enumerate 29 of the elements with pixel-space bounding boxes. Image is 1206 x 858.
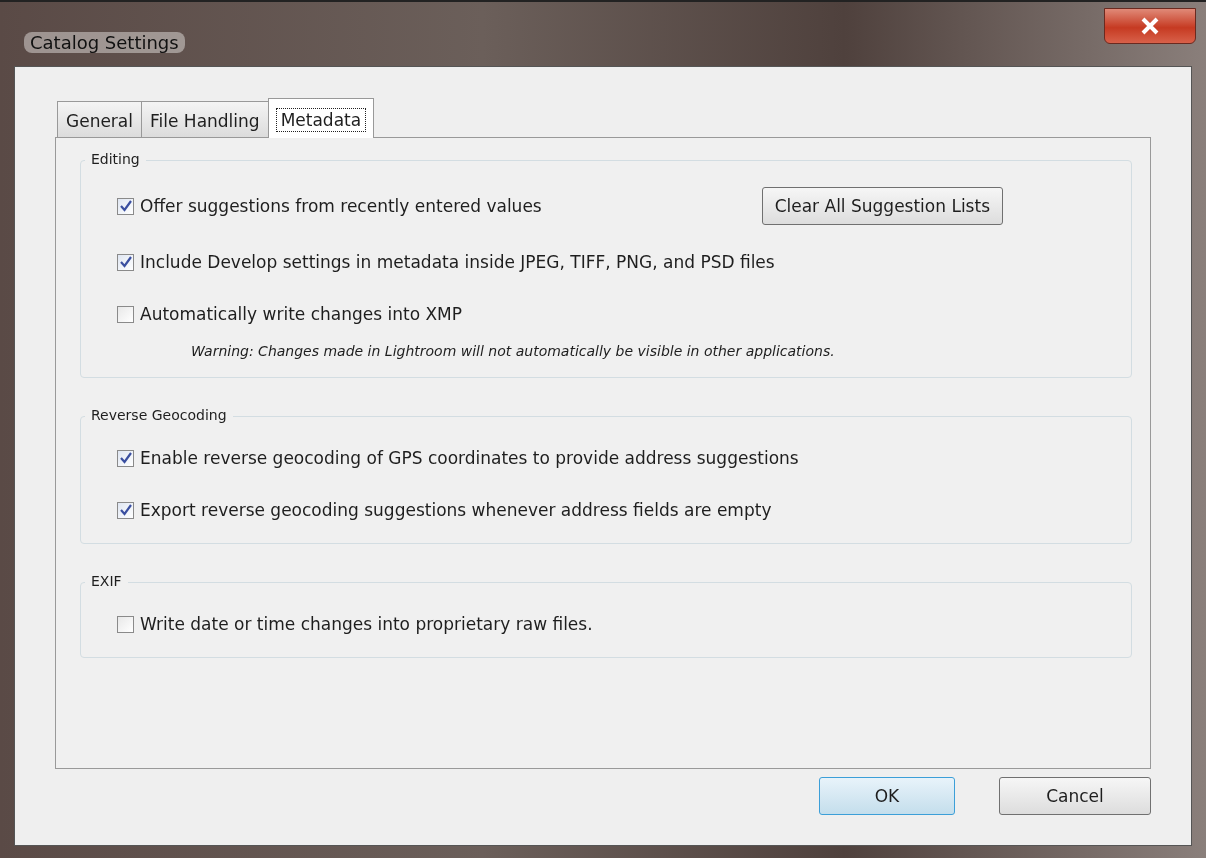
- cancel-button[interactable]: Cancel: [999, 777, 1151, 815]
- checkbox-label: Enable reverse geocoding of GPS coordinates to provide address suggestions: [140, 448, 799, 468]
- checkbox[interactable]: [117, 615, 134, 633]
- tab[interactable]: Metadata: [267, 98, 375, 138]
- checkbox[interactable]: [117, 449, 134, 467]
- checkbox[interactable]: [117, 253, 134, 271]
- tab[interactable]: File Handling: [141, 101, 269, 137]
- group-title: Editing: [85, 151, 146, 167]
- checkbox[interactable]: [117, 197, 134, 215]
- checkbox-label: Offer suggestions from recently entered values: [140, 196, 542, 216]
- close-icon: [1139, 17, 1161, 35]
- checkbox-label: Export reverse geocoding suggestions whenever address fields are empty: [140, 500, 772, 520]
- close-button[interactable]: [1104, 8, 1196, 44]
- clear-suggestions-button[interactable]: Clear All Suggestion Lists: [761, 187, 1003, 225]
- checkbox-label: Write date or time changes into proprietary raw files.: [140, 614, 593, 634]
- checkmark-icon: [118, 199, 133, 213]
- group-title: Reverse Geocoding: [85, 407, 233, 423]
- checkbox-label: Automatically write changes into XMP: [140, 304, 462, 324]
- checkbox[interactable]: [117, 501, 134, 519]
- checkmark-icon: [118, 503, 133, 517]
- tab[interactable]: General: [57, 101, 142, 137]
- checkmark-icon: [118, 255, 133, 269]
- ok-button[interactable]: OK: [819, 777, 955, 815]
- checkmark-icon: [118, 451, 133, 465]
- checkbox-label: Include Develop settings in metadata inside JPEG, TIFF, PNG, and PSD files: [140, 252, 775, 272]
- group-title: EXIF: [85, 573, 128, 589]
- window-title: Catalog Settings: [24, 32, 185, 53]
- checkbox[interactable]: [117, 305, 134, 323]
- warning-text: Warning: Changes made in Lightroom will not automatically be visible in other applications.: [190, 343, 836, 359]
